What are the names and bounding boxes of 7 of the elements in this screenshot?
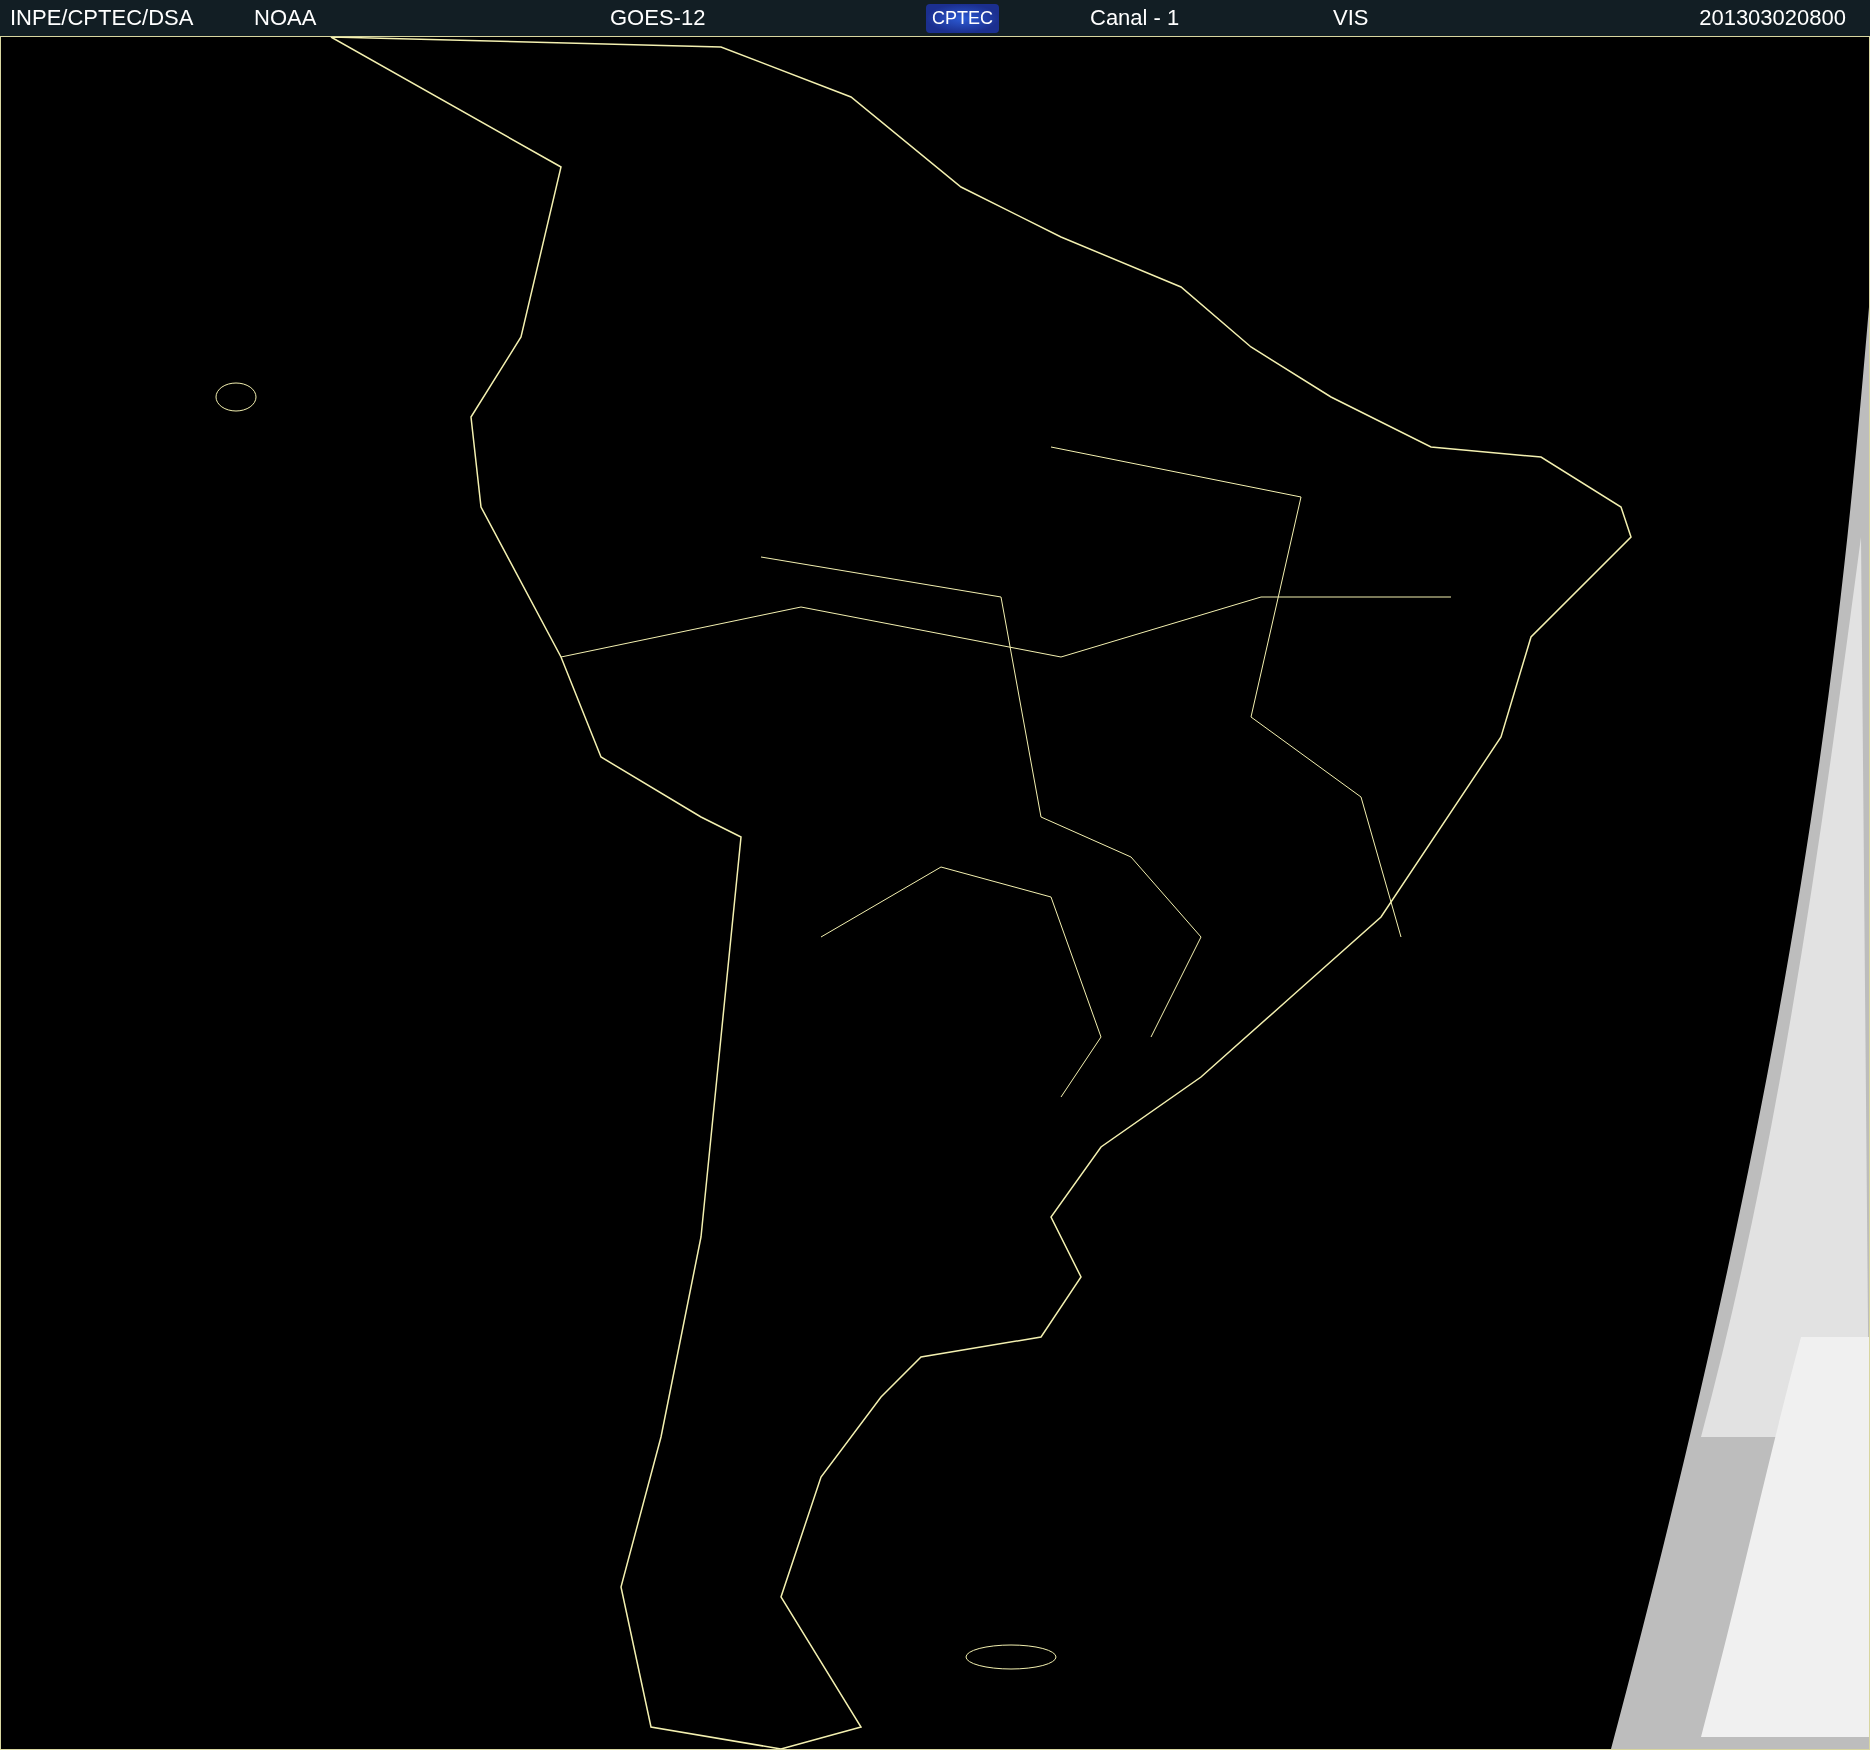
- header-label: 201303020800: [1699, 5, 1846, 31]
- header-label: VIS: [1333, 5, 1369, 31]
- header-label: GOES-12: [610, 5, 706, 31]
- header-label: NOAA: [254, 5, 317, 31]
- logo: CPTEC: [926, 3, 999, 33]
- header-label: INPE/CPTEC/DSA: [10, 5, 194, 31]
- header-label: Canal - 1: [1090, 5, 1180, 31]
